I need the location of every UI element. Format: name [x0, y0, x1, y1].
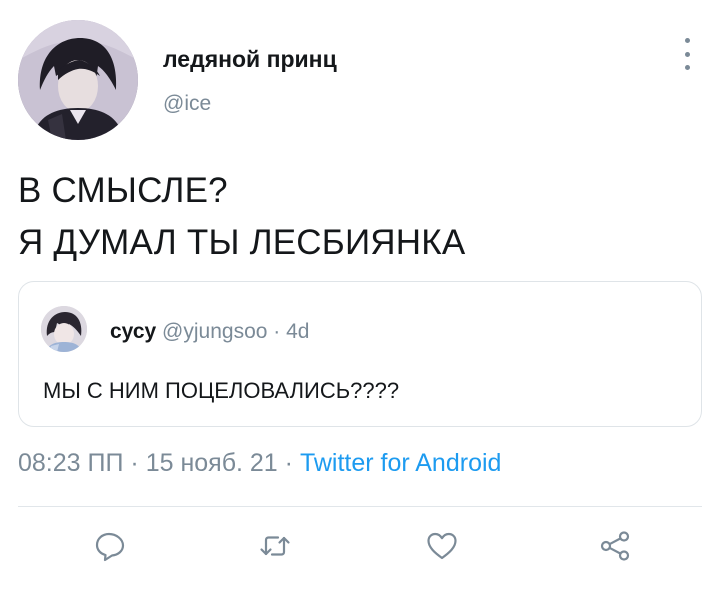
tweet-time: 08:23 ПП — [18, 449, 124, 477]
like-icon[interactable] — [425, 529, 459, 563]
metadata-separator: · — [284, 449, 293, 477]
tweet-source-link[interactable]: Twitter for Android — [300, 449, 501, 477]
tweet-text-line: В СМЫСЛЕ? — [18, 171, 228, 210]
quoted-tweet-text: МЫ С НИМ ПОЦЕЛОВАЛИСЬ???? — [43, 378, 400, 403]
quoted-tweet-meta: сусу @yjungsoo · 4d — [110, 320, 309, 344]
quoted-author-handle[interactable]: @yjungsoo — [162, 320, 267, 343]
tweet-text: В СМЫСЛЕ? Я ДУМАЛ ТЫ ЛЕСБИЯНКА — [18, 165, 465, 269]
quoted-author-avatar[interactable] — [41, 306, 87, 352]
author-handle[interactable]: @ice — [163, 92, 211, 116]
reply-icon[interactable] — [93, 529, 127, 563]
author-display-name[interactable]: ледяной принц — [163, 46, 337, 73]
quoted-timestamp: 4d — [286, 320, 310, 343]
quoted-avatar-photo — [41, 306, 87, 352]
retweet-icon[interactable] — [258, 529, 292, 563]
more-options-icon[interactable] — [680, 38, 694, 70]
metadata-separator: · — [130, 449, 139, 477]
tweet-date: 15 нояб. 21 — [145, 449, 278, 477]
share-icon[interactable] — [598, 529, 632, 563]
quoted-tweet[interactable]: сусу @yjungsoo · 4d МЫ С НИМ ПОЦЕЛОВАЛИС… — [18, 281, 702, 427]
divider — [18, 506, 702, 507]
more-dot — [684, 65, 690, 70]
quoted-separator: · — [273, 320, 281, 343]
tweet-metadata: 08:23 ПП · 15 нояб. 21 · Twitter for And… — [18, 449, 501, 478]
more-dot — [684, 38, 690, 43]
more-dot — [684, 51, 690, 57]
quoted-author-name[interactable]: сусу — [110, 320, 156, 343]
avatar-photo — [18, 20, 138, 140]
tweet-card: ледяной принц @ice В СМЫСЛЕ? Я ДУМАЛ ТЫ … — [0, 0, 720, 600]
tweet-text-line: Я ДУМАЛ ТЫ ЛЕСБИЯНКА — [18, 223, 466, 262]
author-avatar[interactable] — [18, 20, 138, 140]
